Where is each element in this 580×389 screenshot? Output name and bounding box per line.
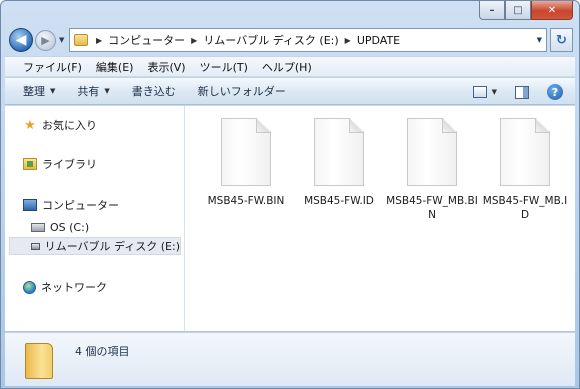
share-label: 共有 xyxy=(77,85,100,98)
nav-libraries[interactable]: ライブラリ xyxy=(23,155,97,173)
refresh-button[interactable]: ↻ xyxy=(550,28,573,52)
address-bar[interactable]: ▶ コンピューター ▶ リムーバブル ディスク (E:) ▶ UPDATE ▼ xyxy=(69,28,547,52)
document-icon xyxy=(221,118,271,186)
file-list: MSB45-FW.BIN MSB45-FW.ID MSB45-FW_MB.BIN… xyxy=(186,106,575,331)
share-button[interactable]: 共有 ▼ xyxy=(77,83,109,99)
file-item[interactable]: MSB45-FW_MB.ID xyxy=(479,118,571,222)
nav-computer[interactable]: コンピューター xyxy=(23,196,119,214)
menu-file[interactable]: ファイル(F) xyxy=(23,59,82,75)
folder-icon xyxy=(25,343,53,379)
library-icon xyxy=(23,158,37,170)
nav-libraries-label: ライブラリ xyxy=(42,158,97,171)
minimize-button[interactable]: – xyxy=(479,1,505,20)
chevron-down-icon: ▼ xyxy=(50,87,56,95)
file-name: MSB45-FW.ID xyxy=(304,195,374,207)
file-name: MSB45-FW_MB.BIN xyxy=(386,195,478,221)
caption-buttons: – □ ✕ xyxy=(479,1,573,20)
breadcrumb-separator-icon[interactable]: ▶ xyxy=(345,36,351,45)
menu-view[interactable]: 表示(V) xyxy=(147,59,185,75)
document-icon xyxy=(314,118,364,186)
nav-favorites-label: お気に入り xyxy=(42,119,97,132)
nav-os-drive-label: OS (C:) xyxy=(50,220,90,234)
nav-favorites[interactable]: ★ お気に入り xyxy=(23,116,97,134)
file-name: MSB45-FW_MB.ID xyxy=(482,195,568,221)
organize-label: 整理 xyxy=(23,85,45,98)
menu-help[interactable]: ヘルプ(H) xyxy=(262,59,312,75)
command-bar: 整理 ▼ 共有 ▼ 書き込む 新しいフォルダー ▼ ? xyxy=(5,77,575,105)
nav-network[interactable]: ネットワーク xyxy=(23,278,107,296)
star-icon: ★ xyxy=(24,117,36,133)
forward-button[interactable]: ▶ xyxy=(35,30,56,51)
change-view-icon[interactable] xyxy=(472,86,487,98)
preview-pane-icon[interactable] xyxy=(515,85,529,99)
file-item[interactable]: MSB45-FW_MB.BIN xyxy=(386,118,478,222)
breadcrumb-separator-icon[interactable]: ▶ xyxy=(191,36,197,45)
menu-edit[interactable]: 編集(E) xyxy=(96,59,134,75)
file-item[interactable]: MSB45-FW.BIN xyxy=(200,118,292,208)
address-dropdown-icon[interactable]: ▼ xyxy=(537,36,542,44)
network-icon xyxy=(23,280,36,294)
navigation-pane: ★ お気に入り ライブラリ コンピューター OS (C:) リムーバブル ディス… xyxy=(5,106,185,331)
nav-removable-disk[interactable]: リムーバブル ディスク (E:) xyxy=(9,237,181,255)
document-icon xyxy=(500,118,550,186)
menu-tools[interactable]: ツール(T) xyxy=(200,59,248,75)
organize-button[interactable]: 整理 ▼ xyxy=(23,83,55,99)
removable-drive-icon xyxy=(31,242,40,250)
item-count: 4 個の項目 xyxy=(75,345,130,358)
document-icon xyxy=(407,118,457,186)
help-icon[interactable]: ? xyxy=(547,84,563,100)
details-pane: 4 個の項目 xyxy=(5,332,575,386)
breadcrumb-update[interactable]: UPDATE xyxy=(357,34,400,47)
burn-button[interactable]: 書き込む xyxy=(132,83,176,99)
nav-removable-disk-label: リムーバブル ディスク (E:) xyxy=(44,240,180,253)
breadcrumb-removable-disk[interactable]: リムーバブル ディスク (E:) xyxy=(203,32,338,48)
nav-os-drive[interactable]: OS (C:) xyxy=(31,218,89,236)
nav-network-label: ネットワーク xyxy=(41,281,107,294)
menu-bar: ファイル(F) 編集(E) 表示(V) ツール(T) ヘルプ(H) xyxy=(5,56,575,76)
breadcrumb-computer[interactable]: コンピューター xyxy=(108,32,185,48)
content-area: ★ お気に入り ライブラリ コンピューター OS (C:) リムーバブル ディス… xyxy=(5,106,575,331)
file-item[interactable]: MSB45-FW.ID xyxy=(293,118,385,208)
view-options-dropdown-icon[interactable]: ▼ xyxy=(492,88,497,96)
computer-icon xyxy=(23,199,37,211)
navigation-row: ◀ ▶ ▼ ▶ コンピューター ▶ リムーバブル ディスク (E:) ▶ UPD… xyxy=(7,27,573,53)
nav-computer-label: コンピューター xyxy=(42,199,119,212)
back-button[interactable]: ◀ xyxy=(9,28,33,52)
folder-icon xyxy=(74,34,88,46)
hard-drive-icon xyxy=(31,222,45,232)
recent-pages-dropdown-icon[interactable]: ▼ xyxy=(59,36,64,44)
breadcrumb-separator-icon[interactable]: ▶ xyxy=(96,36,102,45)
explorer-window: – □ ✕ ◀ ▶ ▼ ▶ コンピューター ▶ リムーバブル ディスク (E:)… xyxy=(0,0,580,389)
close-button[interactable]: ✕ xyxy=(531,1,573,20)
new-folder-button[interactable]: 新しいフォルダー xyxy=(198,83,286,99)
maximize-button[interactable]: □ xyxy=(505,1,531,20)
chevron-down-icon: ▼ xyxy=(104,87,110,95)
command-bar-right: ▼ ? xyxy=(472,84,563,100)
file-name: MSB45-FW.BIN xyxy=(207,195,285,207)
